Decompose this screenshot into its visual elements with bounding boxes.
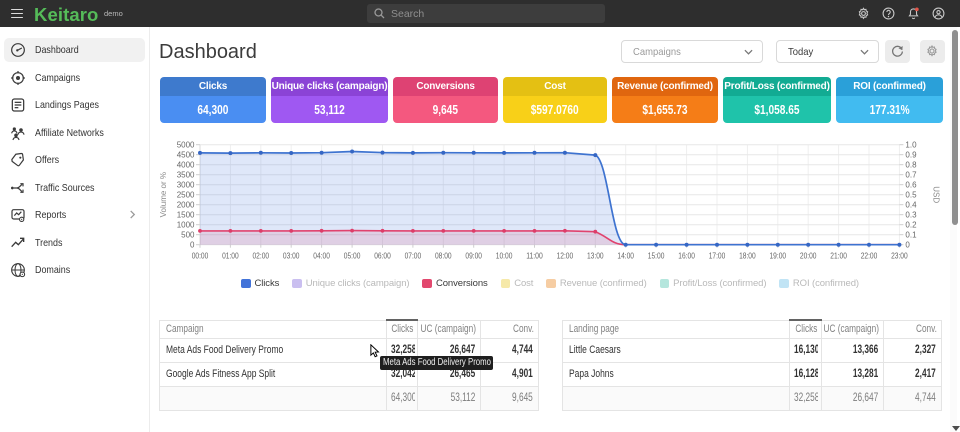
svg-text:0.6: 0.6	[905, 180, 917, 189]
svg-text:2500: 2500	[177, 190, 195, 199]
svg-text:0.5: 0.5	[905, 190, 917, 199]
svg-text:500: 500	[181, 230, 195, 239]
svg-text:0.1: 0.1	[905, 230, 917, 239]
svg-text:2000: 2000	[177, 200, 195, 209]
svg-text:12:00: 12:00	[557, 250, 574, 260]
svg-text:0: 0	[190, 240, 195, 249]
svg-text:14:00: 14:00	[617, 250, 634, 260]
svg-text:01:00: 01:00	[222, 250, 239, 260]
svg-text:0.4: 0.4	[905, 200, 917, 209]
svg-text:1000: 1000	[177, 220, 195, 229]
svg-text:3500: 3500	[177, 170, 195, 179]
svg-text:USD: USD	[931, 186, 940, 203]
svg-text:02:00: 02:00	[253, 250, 270, 260]
svg-text:1.0: 1.0	[905, 140, 917, 149]
svg-text:06:00: 06:00	[374, 250, 391, 260]
svg-text:11:00: 11:00	[526, 250, 543, 260]
svg-text:13:00: 13:00	[587, 250, 604, 260]
svg-text:10:00: 10:00	[496, 250, 513, 260]
svg-text:09:00: 09:00	[465, 250, 482, 260]
svg-text:0.9: 0.9	[905, 150, 917, 159]
svg-text:15:00: 15:00	[648, 250, 665, 260]
svg-text:4000: 4000	[177, 160, 195, 169]
svg-text:07:00: 07:00	[405, 250, 422, 260]
svg-text:03:00: 03:00	[283, 250, 300, 260]
svg-text:0.7: 0.7	[905, 170, 917, 179]
svg-text:0: 0	[905, 240, 910, 249]
svg-text:0.3: 0.3	[905, 210, 917, 219]
svg-text:0.2: 0.2	[905, 220, 917, 229]
svg-text:04:00: 04:00	[313, 250, 330, 260]
svg-text:5000: 5000	[177, 140, 195, 149]
svg-text:4500: 4500	[177, 150, 195, 159]
svg-text:21:00: 21:00	[830, 250, 847, 260]
svg-text:18:00: 18:00	[739, 250, 756, 260]
svg-text:16:00: 16:00	[678, 250, 695, 260]
svg-text:20:00: 20:00	[800, 250, 817, 260]
svg-text:00:00: 00:00	[192, 250, 209, 260]
svg-text:3000: 3000	[177, 180, 195, 189]
svg-text:17:00: 17:00	[709, 250, 726, 260]
svg-text:1500: 1500	[177, 210, 195, 219]
svg-text:08:00: 08:00	[435, 250, 452, 260]
svg-text:19:00: 19:00	[770, 250, 787, 260]
svg-text:23:00: 23:00	[891, 250, 908, 260]
svg-text:22:00: 22:00	[861, 250, 878, 260]
svg-text:0.8: 0.8	[905, 160, 917, 169]
svg-text:Volume or %: Volume or %	[159, 172, 168, 217]
svg-text:05:00: 05:00	[344, 250, 361, 260]
